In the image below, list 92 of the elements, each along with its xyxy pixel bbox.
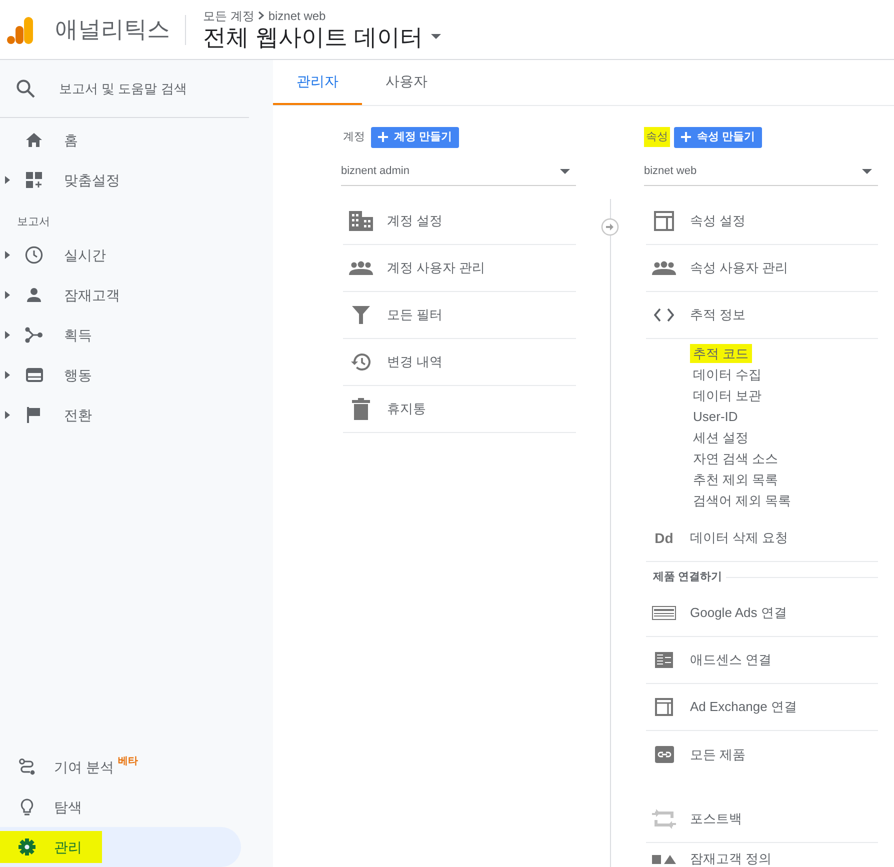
swap-arrows-icon xyxy=(652,808,676,830)
columns-icon xyxy=(655,652,673,668)
nav-item[interactable]: 맞춤설정 xyxy=(0,160,273,200)
submenu-link[interactable]: User-ID xyxy=(690,406,741,426)
nav-item[interactable]: 탐색 xyxy=(0,787,241,827)
search-field[interactable]: 보고서 및 도움말 검색 xyxy=(59,78,239,98)
nav-label: 관리 xyxy=(54,838,82,856)
breadcrumb-link[interactable]: 모든 계정 xyxy=(203,8,254,22)
nav-item[interactable]: 기여 분석 베타 xyxy=(0,747,241,787)
chevron-icon xyxy=(258,11,264,20)
submenu-link[interactable]: 추천 제외 목록 xyxy=(690,470,782,490)
expand-arrow-icon[interactable] xyxy=(5,331,10,339)
code-icon xyxy=(654,308,674,322)
dropdown[interactable]: biznet web xyxy=(644,157,878,186)
column-label: 계정 xyxy=(342,130,366,145)
menu-item[interactable]: 모든 제품 xyxy=(646,731,878,778)
tab[interactable]: 관리자 xyxy=(273,60,362,105)
layout-icon xyxy=(654,211,674,231)
layout-icon xyxy=(655,698,673,716)
submenu-link[interactable]: 세션 설정 xyxy=(690,428,752,448)
home-icon xyxy=(25,132,43,148)
submenu-link[interactable]: 자연 검색 소스 xyxy=(690,448,782,468)
ad-layout-icon xyxy=(652,606,676,620)
arrow-circle-icon xyxy=(601,218,619,236)
person-icon xyxy=(26,287,42,303)
expand-arrow-icon[interactable] xyxy=(5,291,10,299)
nav-item[interactable]: 홈 xyxy=(0,120,273,160)
view-selector[interactable]: 전체 웹사이트 데이터 xyxy=(203,22,441,50)
menu-item[interactable]: Ad Exchange 연결 xyxy=(646,684,878,731)
caret-icon xyxy=(862,168,872,174)
menu-item[interactable]: Google Ads 연결 xyxy=(646,590,878,637)
expand-arrow-icon[interactable] xyxy=(5,371,10,379)
expand-arrow-icon[interactable] xyxy=(5,411,10,419)
submenu-link[interactable]: 추적 코드 xyxy=(690,344,752,364)
expand-arrow-icon[interactable] xyxy=(5,251,10,259)
nav-item[interactable]: 잠재고객 xyxy=(0,275,273,315)
flag-icon xyxy=(27,407,41,423)
nav-item[interactable]: 전환 xyxy=(0,395,273,435)
search-icon xyxy=(16,79,35,98)
menu-item[interactable]: 속성 사용자 관리 xyxy=(646,245,878,292)
people-icon xyxy=(652,261,676,275)
submenu-link[interactable]: 데이터 보관 xyxy=(690,386,765,406)
nav-item[interactable]: 관리 xyxy=(0,827,241,867)
dashboard-icon xyxy=(26,172,42,188)
analytics-logo-icon xyxy=(7,16,35,44)
filter-icon xyxy=(352,306,370,324)
branch-icon xyxy=(25,327,43,343)
expand-arrow-icon[interactable] xyxy=(5,176,10,184)
menu-item[interactable]: 모든 필터 xyxy=(343,292,576,339)
history-icon xyxy=(351,353,371,371)
building-icon xyxy=(349,211,373,231)
audience-icon xyxy=(652,854,676,864)
plus-icon xyxy=(681,132,691,142)
tab[interactable]: 사용자 xyxy=(362,60,451,105)
nav-label: 기여 분석 xyxy=(54,758,114,776)
section-title: 제품 연결하기 xyxy=(652,570,724,585)
dd-icon: Dd xyxy=(654,528,674,548)
nav-item[interactable]: 실시간 xyxy=(0,235,273,275)
people-icon xyxy=(349,261,373,275)
nav-item[interactable]: 획득 xyxy=(0,315,273,355)
product-name: 애널리틱스 xyxy=(55,15,170,44)
clock-icon xyxy=(25,246,43,264)
menu-item[interactable]: Dd 데이터 삭제 요청 xyxy=(646,515,878,562)
plus-icon xyxy=(378,132,388,142)
create-button[interactable]: 속성 만들기 xyxy=(674,126,762,148)
caret-icon xyxy=(430,34,441,39)
nav-item[interactable]: 행동 xyxy=(0,355,273,395)
nav-label: 탐색 xyxy=(54,798,82,816)
section-label: 보고서 xyxy=(16,215,51,230)
menu-item[interactable]: 속성 설정 xyxy=(646,198,878,245)
menu-item[interactable]: 포스트백 xyxy=(646,796,878,843)
window-icon xyxy=(26,368,42,382)
link-icon xyxy=(654,746,674,763)
create-button[interactable]: 계정 만들기 xyxy=(371,126,460,148)
menu-item[interactable]: 잠재고객 정의 xyxy=(646,843,878,867)
menu-item[interactable]: 계정 사용자 관리 xyxy=(343,245,576,292)
menu-item[interactable]: 계정 설정 xyxy=(343,198,576,245)
path-icon xyxy=(18,758,36,776)
beta-label: 베타 xyxy=(118,754,138,768)
dropdown[interactable]: biznent admin xyxy=(341,157,576,186)
breadcrumb-link[interactable]: biznet web xyxy=(268,8,326,22)
submenu-link[interactable]: 검색어 제외 목록 xyxy=(690,490,794,510)
caret-icon xyxy=(560,168,570,174)
settings-icon xyxy=(18,838,36,856)
column-label: 속성 xyxy=(644,126,670,148)
submenu-link[interactable]: 데이터 수집 xyxy=(690,364,765,384)
lightbulb-icon xyxy=(20,798,34,816)
menu-item[interactable]: 추적 정보 xyxy=(646,292,878,339)
menu-item[interactable]: 애드센스 연결 xyxy=(646,637,878,684)
trash-icon xyxy=(352,398,370,420)
menu-item[interactable]: 휴지통 xyxy=(343,386,576,433)
menu-item[interactable]: 변경 내역 xyxy=(343,339,576,386)
